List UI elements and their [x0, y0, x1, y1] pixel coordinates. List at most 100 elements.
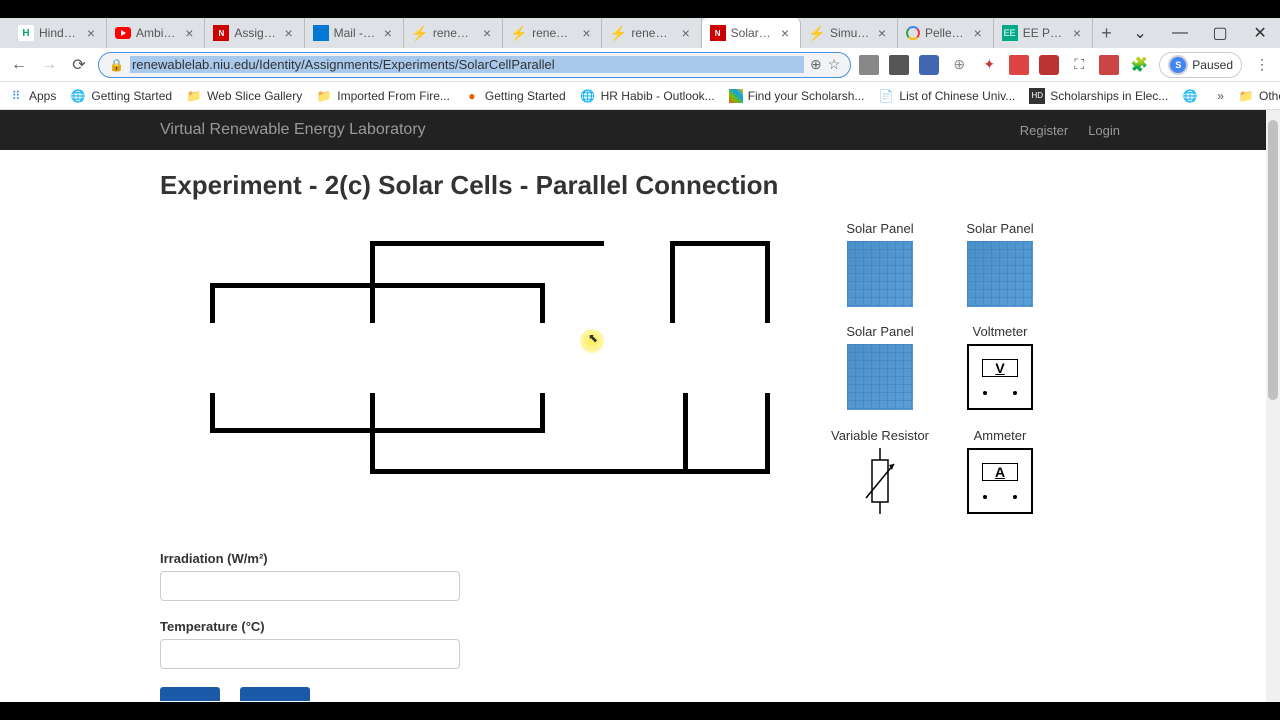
- tab-hindawi[interactable]: H Hindawi ×: [10, 18, 107, 48]
- chevron-down-icon[interactable]: ⌄: [1120, 18, 1160, 48]
- palette-ammeter[interactable]: Ammeter A: [950, 428, 1050, 521]
- close-icon[interactable]: ×: [480, 26, 494, 40]
- forward-button[interactable]: →: [38, 54, 60, 76]
- close-icon[interactable]: ×: [579, 26, 593, 40]
- palette-variable-resistor[interactable]: Variable Resistor: [830, 428, 930, 521]
- star-icon[interactable]: ☆: [828, 56, 841, 73]
- action-button-2[interactable]: [240, 687, 310, 701]
- tab-solar-cell[interactable]: N Solar Ce ×: [702, 18, 801, 48]
- solar-panel-icon[interactable]: [847, 241, 913, 307]
- install-icon[interactable]: ⊕: [810, 56, 822, 73]
- globe-icon: 🌐: [70, 88, 86, 104]
- close-icon[interactable]: ×: [282, 26, 296, 40]
- close-icon[interactable]: ×: [1070, 26, 1084, 40]
- bookmark-ms[interactable]: Find your Scholarsh...: [729, 89, 865, 103]
- folder-icon: 📁: [186, 88, 202, 104]
- irradiation-input[interactable]: [160, 571, 460, 601]
- bookmarks-overflow-icon[interactable]: »: [1217, 89, 1224, 103]
- solar-panel-icon[interactable]: [967, 241, 1033, 307]
- palette-solar-panel-1[interactable]: Solar Panel: [830, 221, 930, 314]
- bookmark-outlook[interactable]: 🌐 HR Habib - Outlook...: [580, 88, 715, 104]
- tab-simulation[interactable]: ⚡ Simulati ×: [801, 18, 898, 48]
- extension-icon-9[interactable]: [1099, 55, 1119, 75]
- tab-assignments[interactable]: N Assignm ×: [205, 18, 304, 48]
- voltmeter-icon[interactable]: V: [967, 344, 1033, 410]
- extension-icon-1[interactable]: [859, 55, 879, 75]
- new-tab-button[interactable]: +: [1093, 18, 1120, 48]
- bookmark-label: Scholarships in Elec...: [1050, 89, 1168, 103]
- register-link[interactable]: Register: [1020, 123, 1068, 138]
- address-bar[interactable]: 🔒 renewablelab.niu.edu/Identity/Assignme…: [98, 52, 851, 78]
- login-link[interactable]: Login: [1088, 123, 1120, 138]
- tab-pellets[interactable]: Pellets - ×: [898, 18, 994, 48]
- close-icon[interactable]: ×: [381, 26, 395, 40]
- bookmark-getting-started-2[interactable]: ● Getting Started: [464, 88, 566, 104]
- palette-voltmeter[interactable]: Voltmeter V: [950, 324, 1050, 417]
- palette-solar-panel-3[interactable]: Solar Panel: [830, 324, 930, 417]
- menu-icon[interactable]: ⋮: [1252, 55, 1272, 75]
- bookmark-label: List of Chinese Univ...: [899, 89, 1015, 103]
- extension-icon-4[interactable]: ⊕: [949, 55, 969, 75]
- lock-icon: 🔒: [109, 58, 124, 72]
- bookmark-scholarships-elec[interactable]: 🌐: [1182, 88, 1203, 104]
- profile-paused-button[interactable]: S Paused: [1159, 52, 1242, 78]
- palette-label: Solar Panel: [830, 221, 930, 236]
- site-title[interactable]: Virtual Renewable Energy Laboratory: [160, 121, 426, 139]
- extension-icon-5[interactable]: ✦: [979, 55, 999, 75]
- browser-toolbar: ← → ⟳ 🔒 renewablelab.niu.edu/Identity/As…: [0, 48, 1280, 82]
- close-icon[interactable]: ×: [778, 26, 792, 40]
- tab-title: Solar Ce: [731, 26, 773, 40]
- palette-solar-panel-2[interactable]: Solar Panel: [950, 221, 1050, 314]
- extension-icon-7[interactable]: [1039, 55, 1059, 75]
- bookmark-scholarship[interactable]: 📄 List of Chinese Univ...: [878, 88, 1015, 104]
- bookmark-chinese[interactable]: HD Scholarships in Elec...: [1029, 88, 1168, 104]
- maximize-button[interactable]: ▢: [1200, 18, 1240, 48]
- scrollbar[interactable]: [1266, 110, 1280, 702]
- other-bookmarks[interactable]: 📁 Other bookmarks: [1238, 88, 1280, 104]
- irradiation-label: Irradiation (W/m²): [160, 551, 1120, 566]
- tab-title: Pellets -: [925, 26, 966, 40]
- back-button[interactable]: ←: [8, 54, 30, 76]
- minimize-button[interactable]: —: [1160, 18, 1200, 48]
- tab-eepower[interactable]: EE EE Powe ×: [994, 18, 1093, 48]
- close-icon[interactable]: ×: [875, 26, 889, 40]
- reload-button[interactable]: ⟳: [68, 54, 90, 76]
- favicon-outlook: [313, 25, 329, 41]
- bookmark-getting-started[interactable]: 🌐 Getting Started: [70, 88, 172, 104]
- extensions-menu-icon[interactable]: 🧩: [1129, 55, 1149, 75]
- tab-title: Hindawi: [39, 26, 79, 40]
- tab-renewable-2[interactable]: ⚡ renewab ×: [503, 18, 602, 48]
- close-icon[interactable]: ×: [84, 26, 98, 40]
- extension-icon-8[interactable]: ⛶: [1069, 55, 1089, 75]
- tab-renewable-3[interactable]: ⚡ renewab ×: [602, 18, 701, 48]
- ammeter-icon[interactable]: A: [967, 448, 1033, 514]
- circuit-canvas[interactable]: ⬉: [160, 221, 800, 521]
- extension-icon-3[interactable]: [919, 55, 939, 75]
- bookmark-imported[interactable]: 📁 Imported From Fire...: [316, 88, 450, 104]
- close-window-button[interactable]: ✕: [1240, 18, 1280, 48]
- tab-renewable-1[interactable]: ⚡ renewab ×: [404, 18, 503, 48]
- variable-resistor-icon[interactable]: [860, 448, 900, 514]
- action-button-1[interactable]: [160, 687, 220, 701]
- close-icon[interactable]: ×: [679, 26, 693, 40]
- favicon-ee: EE: [1002, 25, 1018, 41]
- bookmark-label: Getting Started: [91, 89, 172, 103]
- extension-icon-2[interactable]: [889, 55, 909, 75]
- solar-panel-icon[interactable]: [847, 344, 913, 410]
- favicon-google: [906, 26, 920, 40]
- tab-ambient[interactable]: Ambient ×: [107, 18, 205, 48]
- folder-icon: 📁: [1238, 88, 1254, 104]
- tab-mail[interactable]: Mail - HF ×: [305, 18, 404, 48]
- close-icon[interactable]: ×: [182, 26, 196, 40]
- bookmark-label: Find your Scholarsh...: [748, 89, 865, 103]
- close-icon[interactable]: ×: [971, 26, 985, 40]
- page-icon: 📄: [878, 88, 894, 104]
- site-navbar: Virtual Renewable Energy Laboratory Regi…: [0, 110, 1280, 150]
- scroll-thumb[interactable]: [1268, 120, 1278, 400]
- apps-button[interactable]: ⠿ Apps: [8, 88, 56, 104]
- temperature-input[interactable]: [160, 639, 460, 669]
- tab-title: renewab: [433, 26, 475, 40]
- bookmark-label: HR Habib - Outlook...: [601, 89, 715, 103]
- bookmark-web-slice[interactable]: 📁 Web Slice Gallery: [186, 88, 302, 104]
- extension-icon-6[interactable]: [1009, 55, 1029, 75]
